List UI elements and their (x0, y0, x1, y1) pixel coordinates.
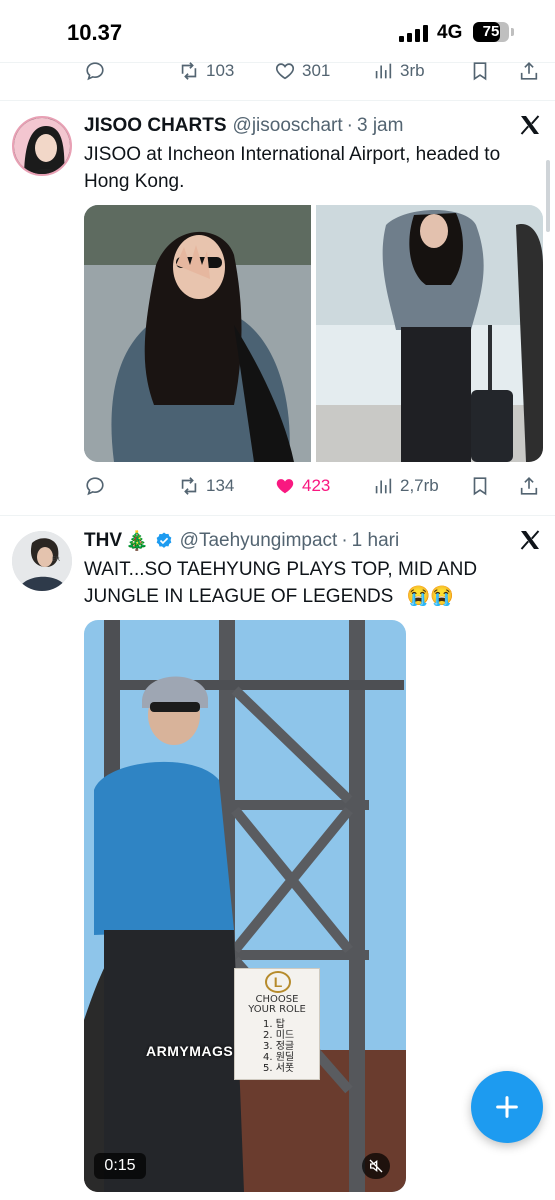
author-handle[interactable]: @jisooschart (233, 115, 343, 137)
tweet-text: WAIT...SO TAEHYUNG PLAYS TOP, MID AND JU… (84, 556, 544, 610)
x-logo-icon[interactable] (518, 113, 542, 137)
league-logo-icon: L (265, 971, 291, 993)
share-icon (520, 477, 538, 495)
retweet-icon (181, 62, 197, 80)
avatar-image (14, 118, 70, 174)
author-name[interactable]: THV (84, 530, 122, 552)
bookmark-button[interactable] (469, 471, 491, 501)
views-icon (375, 63, 392, 79)
like-count: 423 (302, 476, 331, 495)
tweet-text: JISOO at Incheon International Airport, … (84, 144, 501, 192)
like-count: 301 (302, 61, 331, 80)
retweet-count: 134 (206, 476, 235, 495)
bookmark-icon (473, 477, 487, 496)
share-button[interactable] (518, 471, 540, 501)
retweet-count: 103 (206, 61, 235, 80)
mute-icon (369, 1159, 383, 1173)
share-icon (520, 62, 538, 80)
sign-role-item: 5. 서폿 (263, 1063, 295, 1074)
battery-tip (511, 28, 514, 36)
divider (0, 100, 555, 101)
tweet-photo-2[interactable] (316, 205, 543, 462)
sign-role-list: 1. 탑 2. 미드 3. 정글 4. 원딜 5. 서폿 (263, 1019, 294, 1074)
x-logo-icon[interactable] (518, 528, 542, 552)
video-sign: L CHOOSE YOUR ROLE 1. 탑 2. 미드 3. 정글 4. 원… (234, 968, 320, 1080)
network-type: 4G (437, 22, 463, 43)
like-button[interactable]: 301 (274, 56, 330, 86)
status-bar: 10.37 4G 75 (0, 0, 555, 62)
photo-image (84, 205, 311, 462)
like-button[interactable]: 423 (274, 471, 330, 501)
avatar[interactable] (12, 116, 72, 176)
views-icon (375, 478, 392, 494)
status-time: 10.37 (67, 20, 123, 45)
sign-role-item: 3. 정글 (263, 1041, 295, 1052)
tweet-photo-1[interactable] (84, 205, 311, 462)
sign-role-item: 1. 탑 (263, 1019, 285, 1030)
video-watermark: ARMYMAGS (146, 1043, 234, 1059)
verified-badge-icon (156, 532, 172, 548)
tweet-header: JISOO CHARTS @jisooschart · 3 jam (84, 113, 504, 139)
views-count: 3rb (400, 61, 425, 80)
avatar-image: ER (12, 531, 72, 591)
reply-icon (86, 62, 104, 81)
heart-icon (276, 479, 294, 494)
views-button[interactable]: 3rb (372, 56, 425, 86)
reply-button[interactable] (84, 56, 106, 86)
signal-icon (399, 25, 429, 42)
views-count: 2,7rb (400, 476, 439, 495)
avatar[interactable]: ER (12, 531, 72, 591)
sign-role-item: 2. 미드 (263, 1030, 295, 1041)
tweet-actions: 134 423 2,7rb (84, 471, 544, 501)
sign-title-line-2: YOUR ROLE (248, 1004, 306, 1015)
prev-tweet-actions: 103 301 3rb (84, 56, 544, 86)
heart-icon (275, 63, 295, 80)
divider (0, 515, 555, 516)
separator-dot: · (346, 115, 353, 136)
sign-role-item: 4. 원딜 (263, 1052, 295, 1063)
tweet-video[interactable]: L CHOOSE YOUR ROLE 1. 탑 2. 미드 3. 정글 4. 원… (84, 620, 406, 1192)
author-handle[interactable]: @Taehyungimpact (180, 530, 338, 552)
crying-emoji: 😭😭 (406, 586, 454, 607)
retweet-button[interactable]: 103 (178, 56, 234, 86)
bookmark-icon (473, 62, 487, 81)
reply-button[interactable] (84, 471, 106, 501)
battery-icon: 75 (473, 22, 509, 42)
scrollbar[interactable] (546, 160, 550, 232)
sign-title: CHOOSE YOUR ROLE (235, 995, 319, 1015)
tweet-header: THV 🎄 @Taehyungimpact · 1 hari (84, 528, 504, 554)
author-name[interactable]: JISOO CHARTS (84, 115, 227, 137)
svg-text:ER: ER (52, 556, 60, 563)
compose-button[interactable] (471, 1071, 543, 1143)
views-button[interactable]: 2,7rb (372, 471, 439, 501)
share-button[interactable] (518, 56, 540, 86)
video-duration: 0:15 (94, 1153, 146, 1179)
christmas-tree-emoji: 🎄 (125, 531, 149, 552)
bookmark-button[interactable] (469, 56, 491, 86)
tweet-time[interactable]: 3 jam (357, 115, 403, 137)
tweet-time[interactable]: 1 hari (352, 530, 400, 552)
reply-icon (86, 477, 104, 496)
separator-dot: · (341, 530, 348, 551)
mute-button[interactable] (362, 1153, 390, 1179)
retweet-icon (181, 477, 197, 495)
video-thumbnail (84, 620, 406, 1192)
retweet-button[interactable]: 134 (178, 471, 234, 501)
battery-level: 75 (482, 23, 500, 40)
photo-image (316, 205, 543, 462)
plus-icon (496, 1096, 518, 1118)
